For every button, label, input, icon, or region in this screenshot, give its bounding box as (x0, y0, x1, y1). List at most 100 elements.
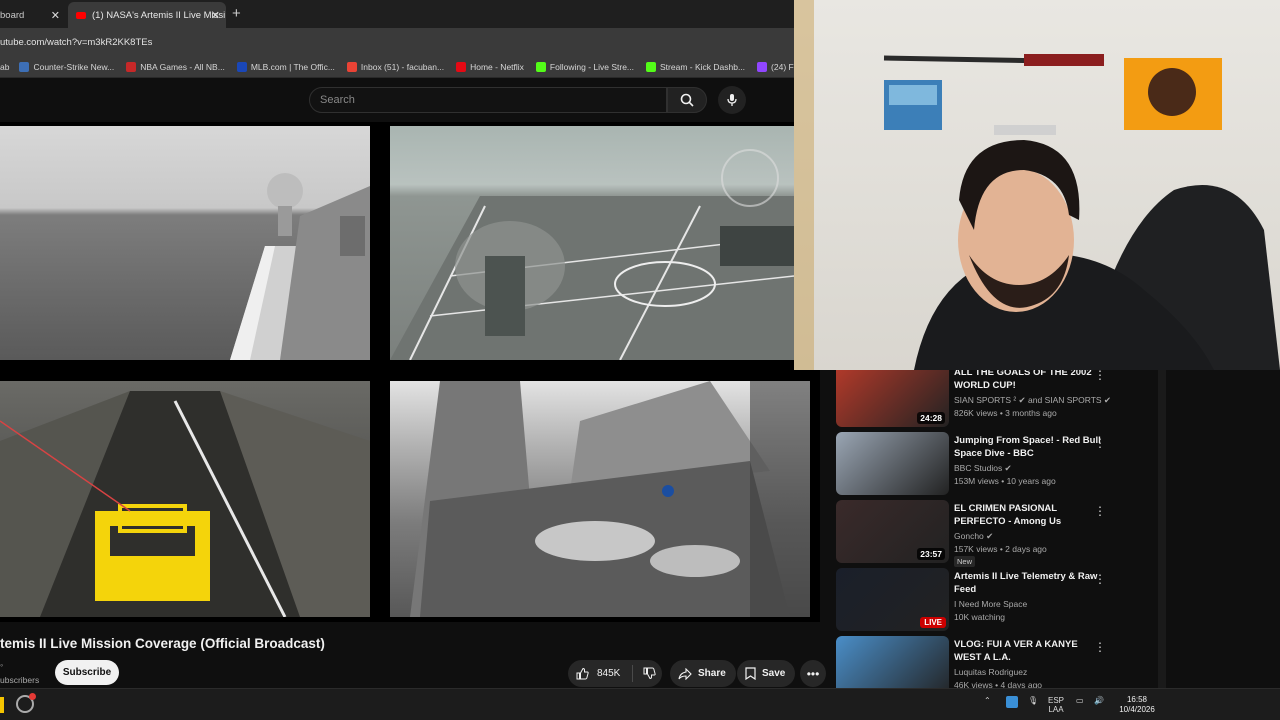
bookmark-favicon-icon (646, 61, 657, 72)
video-meta: 826K views • 3 months ago (954, 408, 1057, 418)
url-text: utube.com/watch?v=m3kR2KK8TEs (0, 37, 153, 48)
video-thumbnail[interactable]: 23:57 (836, 500, 949, 563)
system-clock[interactable]: 16:58 10/4/2026 (1112, 695, 1162, 715)
bookmark-label: Stream - Kick Dashb... (660, 61, 746, 72)
date: 10/4/2026 (1119, 705, 1155, 714)
search-input[interactable]: Search (309, 87, 667, 113)
bookmark-icon (745, 667, 756, 680)
tray-app-icon[interactable] (1006, 696, 1018, 708)
channel-name[interactable]: Goncho ✔ (954, 531, 993, 542)
bookmark-item[interactable]: NBA Games - All NB... (126, 61, 225, 72)
recommended-video[interactable]: LIVE Artemis II Live Telemetry & Raw Feed… (836, 568, 1166, 632)
more-vertical-icon[interactable]: ⋮ (1094, 504, 1106, 518)
well-deck-illustration (0, 391, 370, 617)
bookmark-favicon-icon (535, 61, 546, 72)
dislike-button[interactable] (636, 660, 662, 687)
video-thumbnail[interactable]: LIVE (836, 568, 949, 631)
boat-deck-illustration (410, 381, 810, 617)
new-tab-button[interactable]: + (232, 5, 241, 22)
live-badge: LIVE (920, 617, 946, 628)
video-title: temis II Live Mission Coverage (Official… (0, 636, 325, 651)
recommended-video-title[interactable]: VLOG: FUI A VER A KANYE WEST A L.A. (954, 638, 1104, 664)
file-explorer-icon[interactable] (0, 697, 4, 713)
microphone-tray-icon[interactable]: 🎙 (1028, 696, 1038, 705)
video-player[interactable] (0, 122, 820, 622)
bookmark-item[interactable]: ab (0, 62, 9, 72)
language-indicator[interactable]: ESP LAA (1048, 696, 1064, 714)
duration-badge: 23:57 (917, 548, 945, 560)
app-icon[interactable] (16, 693, 36, 713)
bookmark-item[interactable]: (24) Following - (757, 61, 794, 72)
recommended-video-title[interactable]: Artemis II Live Telemetry & Raw Feed (954, 570, 1104, 596)
more-vertical-icon[interactable]: ⋮ (1094, 370, 1106, 382)
channel-name[interactable]: I Need More Space (954, 599, 1027, 609)
recommended-video[interactable]: 23:57 EL CRIMEN PASIONAL PERFECTO - Among… (836, 500, 1166, 567)
camera-feed-flight-deck (390, 126, 794, 360)
bookmark-label: MLB.com | The Offic... (250, 61, 335, 72)
recommendations-sidebar: 24:28 ALL THE GOALS OF THE 2002 WORLD CUP… (820, 370, 1170, 688)
subscribe-button[interactable]: Subscribe (55, 660, 119, 685)
display-icon[interactable]: ▭ (1076, 696, 1084, 705)
more-vertical-icon[interactable]: ⋮ (1094, 436, 1106, 450)
layout-label: LAA (1048, 705, 1064, 714)
more-vertical-icon[interactable]: ⋮ (1094, 640, 1106, 654)
search-button[interactable] (667, 87, 707, 113)
video-meta: 46K views • 4 days ago (954, 680, 1043, 688)
bookmark-label: Counter-Strike New... (33, 61, 115, 72)
video-meta: 10K watching (954, 612, 1006, 622)
browser-tab[interactable]: board ✕ (0, 2, 68, 28)
recommended-video[interactable]: Jumping From Space! - Red Bull Space Div… (836, 432, 1166, 496)
new-badge: New (954, 556, 976, 567)
more-vertical-icon[interactable]: ⋮ (1094, 572, 1106, 586)
like-dislike-group: 845K (568, 660, 662, 687)
tab-label: board (0, 9, 25, 21)
lang-label: ESP (1048, 696, 1065, 705)
duration-badge: 24:28 (917, 412, 945, 424)
bookmark-item[interactable]: Inbox (51) - facuban... (346, 61, 445, 72)
camera-feed-boat-deck (390, 381, 810, 617)
volume-icon[interactable]: 🔊 (1094, 696, 1104, 705)
bookmark-label: ab (0, 61, 10, 72)
like-button[interactable]: 845K (568, 660, 626, 687)
camera-feed-well-deck (0, 381, 370, 617)
thumbs-down-icon (643, 667, 656, 680)
chevron-up-icon[interactable]: ⌃ (984, 696, 991, 705)
bookmark-item[interactable]: Following - Live Stre... (535, 61, 634, 72)
bookmark-item[interactable]: Home - Netflix (456, 61, 524, 72)
video-thumbnail[interactable] (836, 636, 949, 688)
voice-search-button[interactable] (718, 86, 746, 114)
bookmark-item[interactable]: MLB.com | The Offic... (236, 61, 335, 72)
share-icon (678, 667, 692, 680)
recommended-video[interactable]: 24:28 ALL THE GOALS OF THE 2002 WORLD CUP… (836, 370, 1166, 428)
bookmark-item[interactable]: Stream - Kick Dashb... (646, 61, 746, 72)
search-placeholder: Search (320, 94, 355, 106)
recommended-video-title[interactable]: EL CRIMEN PASIONAL PERFECTO - Among Us (954, 502, 1104, 528)
subscriber-count: ubscribers (0, 675, 40, 685)
channel-name[interactable]: Luquitas Rodriguez (954, 667, 1027, 677)
save-button[interactable]: Save (737, 660, 796, 687)
bookmark-favicon-icon (19, 61, 30, 72)
close-tab-icon[interactable]: ✕ (51, 9, 60, 22)
share-button[interactable]: Share (670, 660, 736, 687)
close-tab-icon[interactable]: ✕ (211, 9, 220, 22)
screen: board ✕ (1) NASA's Artemis II Live Missi… (0, 0, 1280, 720)
recommended-video-title[interactable]: Jumping From Space! - Red Bull Space Div… (954, 434, 1104, 460)
sidebar-scrollbar[interactable] (1158, 370, 1166, 688)
browser-tab-active[interactable]: (1) NASA's Artemis II Live Missi ✕ (68, 2, 226, 28)
channel-name[interactable]: SIAN SPORTS ² ✔ and SIAN SPORTS ✔ (954, 395, 1111, 406)
video-thumbnail[interactable] (836, 432, 949, 495)
windows-taskbar: ⌃ 🎙 ESP LAA ▭ 🔊 16:58 10/4/2026 (0, 688, 1280, 720)
bookmark-favicon-icon (346, 61, 357, 72)
microphone-icon (727, 94, 737, 106)
bookmark-item[interactable]: Counter-Strike New... (19, 61, 115, 72)
bookmark-label: Inbox (51) - facuban... (360, 61, 445, 72)
channel-name[interactable]: BBC Studios ✔ (954, 463, 1012, 474)
video-thumbnail[interactable]: 24:28 (836, 370, 949, 427)
camera-feed-ship-bow (0, 126, 370, 360)
save-label: Save (762, 668, 786, 679)
webcam-scene (794, 0, 1280, 370)
address-bar[interactable]: utube.com/watch?v=m3kR2KK8TEs (0, 28, 794, 56)
more-actions-button[interactable]: ••• (800, 660, 826, 687)
recommended-video-title[interactable]: ALL THE GOALS OF THE 2002 WORLD CUP! (954, 370, 1104, 392)
recommended-video[interactable]: VLOG: FUI A VER A KANYE WEST A L.A. Luqui… (836, 636, 1166, 688)
